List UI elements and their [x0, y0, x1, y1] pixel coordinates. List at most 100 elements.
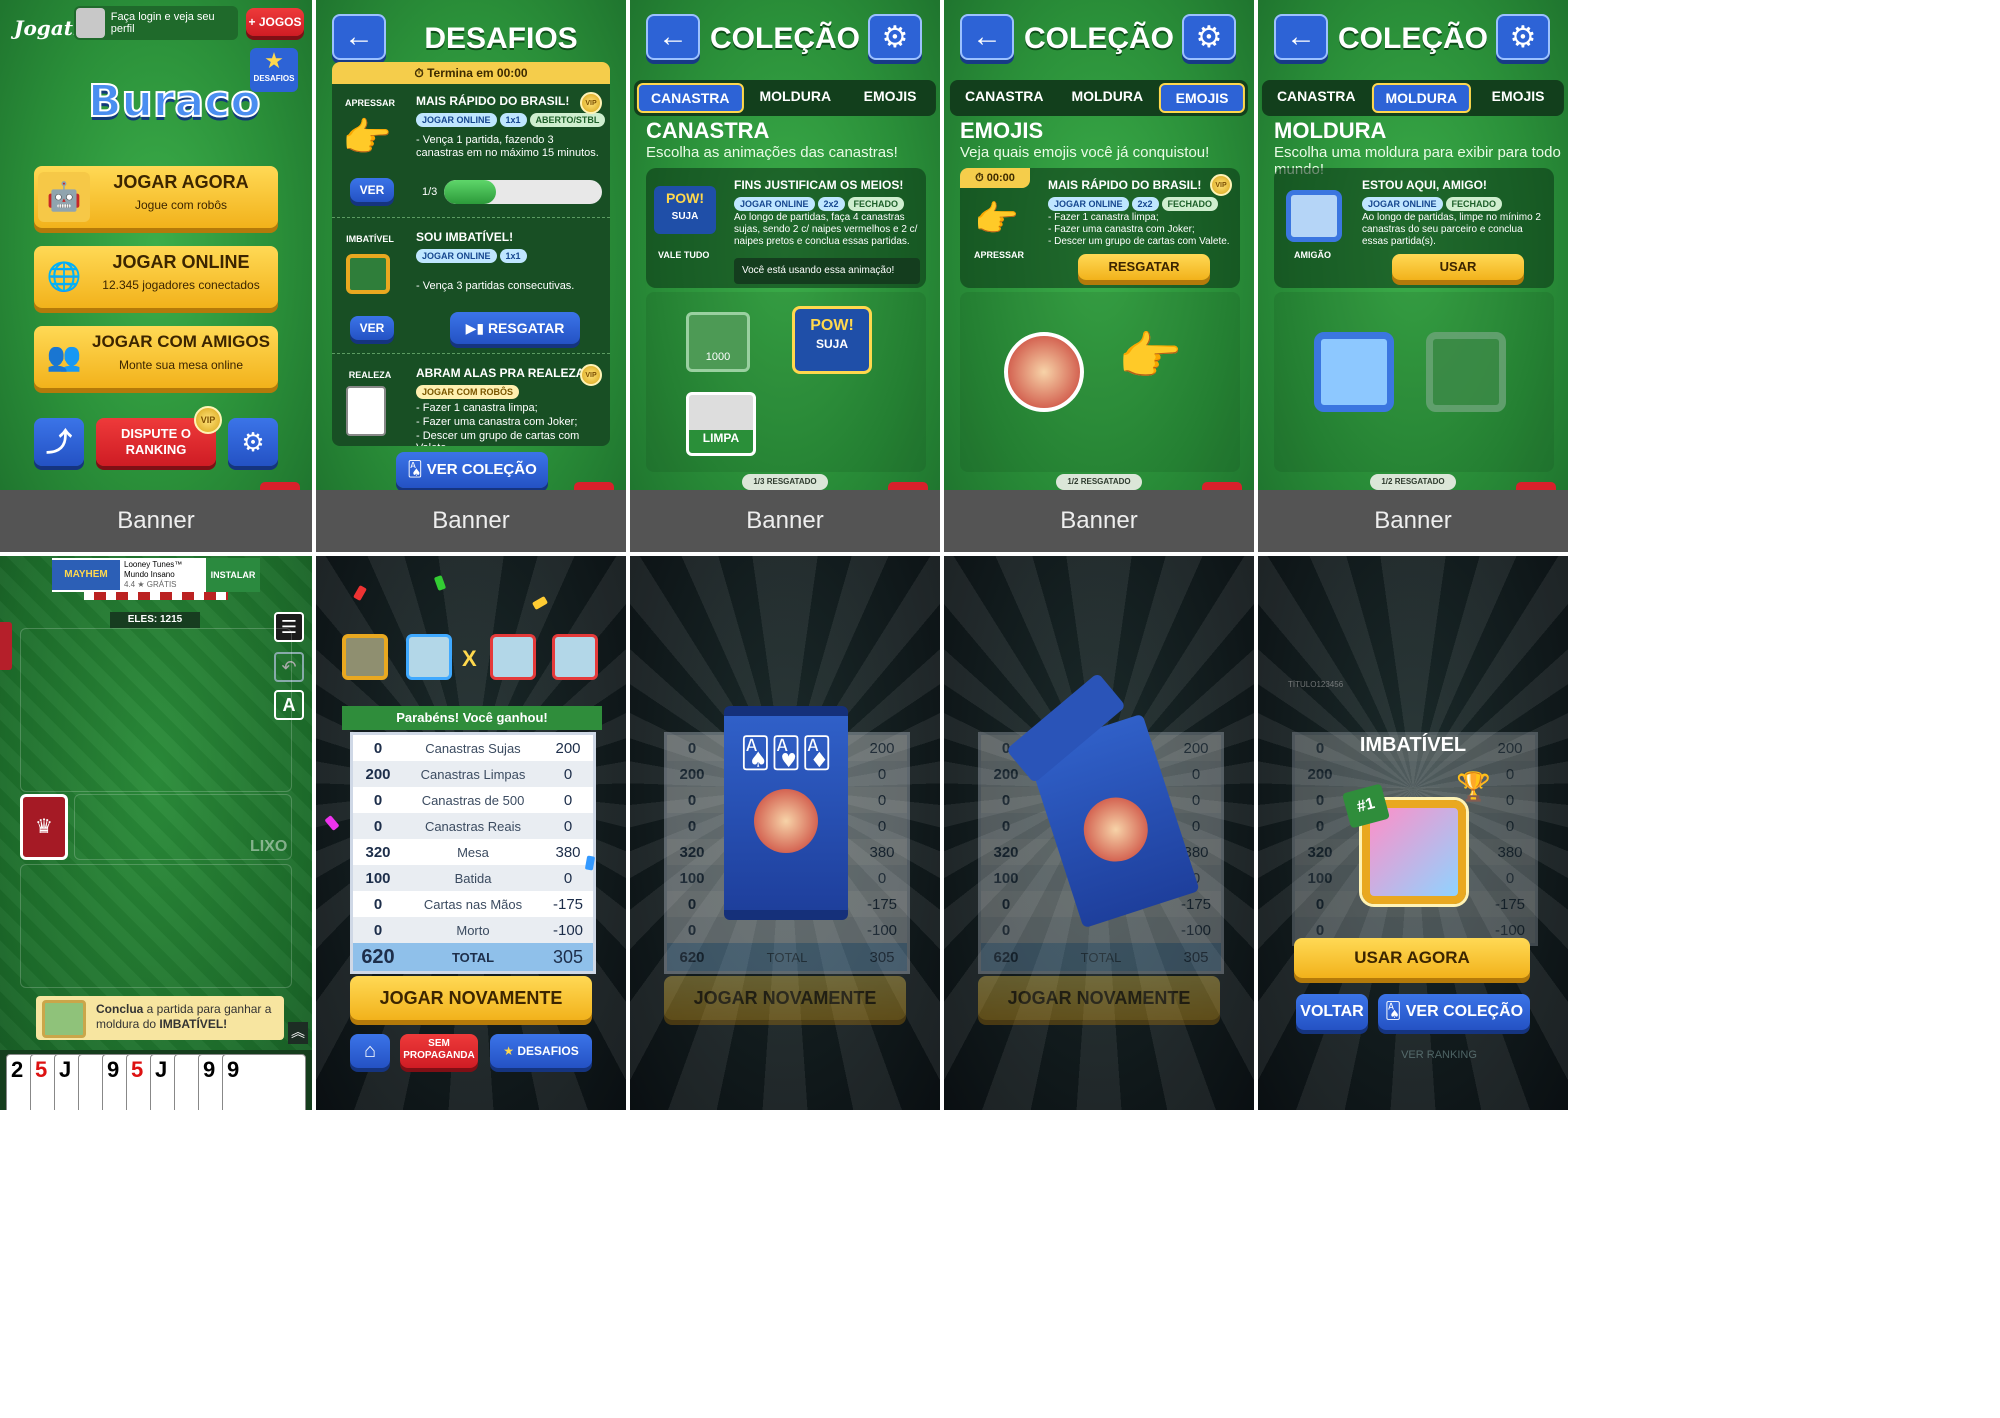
colecao-moldura-panel: ← COLEÇÃO ⚙ CANASTRA MOLDURA EMOJIS MOLD… — [1258, 0, 1568, 552]
back-button[interactable]: VOLTAR — [1296, 994, 1368, 1030]
share-button[interactable]: ⤴ — [34, 418, 84, 466]
pack-reveal-panel: 0 200 200 0 00 00 320 380 100 0 0 -175 0 -100 … — [630, 556, 940, 1110]
ad-banner[interactable]: Banner — [944, 490, 1254, 552]
settings-button[interactable]: ⚙ — [868, 14, 922, 60]
ad-top[interactable]: MAYHEM Looney Tunes™ Mundo Insano 4.4 ★ G… — [52, 558, 260, 592]
play-online-button[interactable]: 🌐 JOGAR ONLINE 12.345 jogadores conectad… — [34, 246, 278, 308]
use-now-button[interactable]: USAR AGORA — [1294, 938, 1530, 978]
deck[interactable]: ♛ — [20, 794, 68, 860]
my-area — [20, 864, 292, 988]
avatar — [552, 634, 598, 680]
score-row: 200 Canastras Limpas 0 — [353, 761, 593, 787]
total-a: 620 — [361, 945, 395, 968]
item-title: ESTOU AQUI, AMIGO! — [1362, 178, 1487, 192]
home-button[interactable]: ⌂ — [350, 1034, 390, 1068]
tab-canastra[interactable]: CANASTRA — [1265, 83, 1368, 113]
cell: 0 — [1315, 791, 1325, 809]
section-title: MOLDURA — [1274, 118, 1387, 143]
more-games-button[interactable]: + JOGOS — [246, 8, 304, 36]
item-title: FINS JUSTIFICAM OS MEIOS! — [734, 178, 904, 192]
settings-button[interactable]: ⚙ — [1182, 14, 1236, 60]
score-row: 0 Cartas nas Mãos -175 — [353, 891, 593, 917]
resgatar-button[interactable]: ▶▮ RESGATAR — [450, 312, 580, 344]
tab-emojis[interactable]: EMOJIS — [1159, 83, 1246, 113]
no-ads-button[interactable]: SEM PROPAGANDA — [400, 1034, 478, 1068]
hand-clock-emoji-item[interactable]: 👉 — [1108, 326, 1192, 406]
ad-banner[interactable]: Banner — [630, 490, 940, 552]
settings-button[interactable]: ⚙ — [1496, 14, 1550, 60]
imbativel-frame-item[interactable] — [1426, 332, 1506, 412]
cell: 380 — [1497, 843, 1523, 861]
vip-badge: VIP — [194, 406, 222, 434]
play-again-button[interactable]: JOGAR NOVAMENTE — [350, 976, 592, 1020]
tab-moldura[interactable]: MOLDURA — [1371, 83, 1472, 113]
cell: Batida — [454, 870, 492, 886]
ad-banner[interactable]: Banner — [1258, 490, 1568, 552]
play-friends-button[interactable]: 👥 JOGAR COM AMIGOS Monte sua mesa online — [34, 326, 278, 388]
challenge-card-1: APRESSAR 👉 VER MAIS RÁPIDO DO BRASIL! JO… — [332, 84, 610, 218]
pow-suja-item[interactable]: POW! SUJA — [792, 306, 872, 374]
challenge-title: MAIS RÁPIDO DO BRASIL! — [416, 94, 570, 108]
play-again-button: JOGAR NOVAMENTE — [664, 976, 906, 1020]
limpa-item[interactable]: LIMPA — [686, 392, 756, 456]
jester-emoji-item[interactable] — [1004, 332, 1084, 412]
desafios-button[interactable]: ★ DESAFIOS — [490, 1034, 592, 1068]
cell: 0 — [1001, 921, 1011, 939]
install-button[interactable]: INSTALAR — [206, 558, 260, 592]
home-icon: ⌂ — [363, 1040, 377, 1062]
cell: 0 — [1315, 921, 1325, 939]
tab-emojis[interactable]: EMOJIS — [1475, 83, 1561, 113]
hand-card[interactable]: 9 — [222, 1054, 306, 1110]
challenge-title: SOU IMBATÍVEL! — [416, 230, 514, 244]
usar-button[interactable]: USAR — [1392, 254, 1524, 280]
settings-button[interactable]: ⚙ — [228, 418, 278, 466]
progress-counter: 1/2 RESGATADO — [1370, 474, 1456, 490]
cell: Canastras Sujas — [425, 740, 521, 756]
cell: 0 — [687, 817, 697, 835]
gear-icon: ⚙ — [1195, 20, 1223, 54]
ad-banner[interactable]: Banner — [0, 490, 312, 552]
score-row: 0 Canastras Reais 0 — [353, 813, 593, 839]
cell: 0 — [1505, 869, 1515, 887]
ver-colecao-button[interactable]: 🂡 VER COLEÇÃO — [396, 452, 548, 488]
score-panel: X Parabéns! Você ganhou! 0 Canastras Suja… — [316, 556, 626, 1110]
login-box[interactable]: Faça login e veja seu perfil — [74, 6, 238, 40]
card-pack[interactable]: 🂡🂱🃁 — [724, 706, 848, 920]
friend-frame-item[interactable] — [1314, 332, 1394, 412]
tab-canastra[interactable]: CANASTRA — [636, 83, 744, 113]
vs-label: X — [462, 646, 477, 671]
pill: JOGAR COM ROBÔS — [416, 385, 520, 399]
tab-moldura[interactable]: MOLDURA — [1060, 83, 1156, 113]
cell: -175 — [1494, 895, 1526, 913]
item-tag: AMIGÃO — [1294, 250, 1331, 260]
collection-tabs: CANASTRA MOLDURA EMOJIS — [1261, 80, 1565, 116]
total-label: TOTAL — [451, 949, 495, 965]
ad-banner[interactable]: Banner — [316, 490, 626, 552]
ver-button[interactable]: VER — [350, 178, 394, 202]
pill: JOGAR ONLINE — [416, 113, 497, 127]
tab-moldura[interactable]: MOLDURA — [748, 83, 844, 113]
progress-bar — [444, 180, 602, 204]
collapse-button[interactable]: ︽ — [288, 1022, 308, 1044]
ver-button[interactable]: VER — [350, 316, 394, 340]
page-title: DESAFIOS — [424, 22, 578, 55]
ver-colecao-button[interactable]: 🂡 VER COLEÇÃO — [1378, 994, 1530, 1030]
cell: -100 — [552, 921, 584, 939]
challenge-desc: - Vença 1 partida, fazendo 3 canastras e… — [416, 134, 599, 159]
play-now-button[interactable]: 🤖 JOGAR AGORA Jogue com robôs — [34, 166, 278, 228]
tab-canastra[interactable]: CANASTRA — [953, 83, 1056, 113]
resgatar-button[interactable]: RESGATAR — [1078, 254, 1210, 280]
play-friends-title: JOGAR COM AMIGOS — [92, 332, 270, 351]
cards-crown-icon — [346, 386, 386, 436]
tab-emojis[interactable]: EMOJIS — [847, 83, 933, 113]
friend-frame-icon — [1286, 190, 1342, 242]
canastra-1000-item[interactable]: 1000 — [686, 312, 750, 372]
pill: 2x2 — [817, 197, 845, 211]
collection-grid — [1274, 292, 1554, 472]
cell: 0 — [1191, 791, 1201, 809]
cell: 200 — [679, 765, 705, 783]
timer-text: Termina em 00:00 — [427, 66, 528, 80]
avatar — [490, 634, 536, 680]
pill: FECHADO — [1445, 197, 1503, 211]
cell: Mesa — [457, 844, 489, 860]
